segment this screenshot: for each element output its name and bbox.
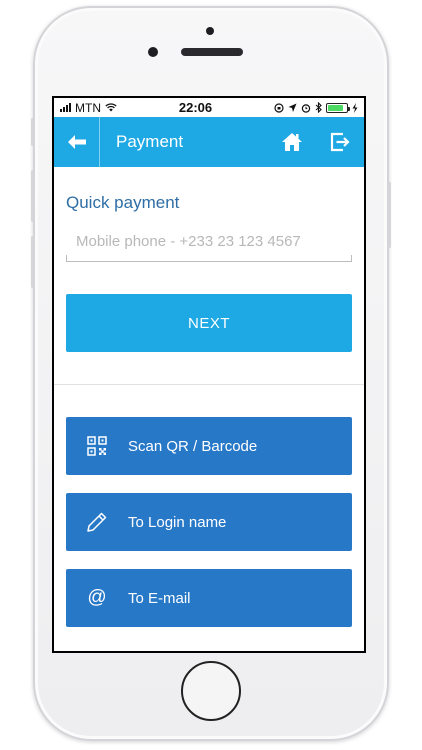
qr-code-icon [87, 436, 107, 456]
phone-input-container [66, 223, 352, 262]
divider [54, 384, 364, 385]
to-email-button[interactable]: @ To E-mail [66, 569, 352, 627]
page-title: Payment [116, 132, 184, 151]
status-left: MTN [60, 101, 117, 115]
to-login-name-button[interactable]: To Login name [66, 493, 352, 551]
home-button[interactable] [181, 661, 241, 721]
status-bar: MTN 22:06 [54, 98, 364, 117]
home-icon [282, 133, 302, 151]
phone-screen: MTN 22:06 Payment Quick payment Mobile p… [52, 96, 366, 653]
section-title: Quick payment [66, 193, 180, 212]
to-email-label: To E-mail [128, 589, 191, 607]
bluetooth-icon [315, 102, 322, 113]
next-button[interactable]: NEXT [66, 294, 352, 352]
status-right [274, 102, 358, 113]
volume-down-button [31, 236, 34, 288]
scan-qr-label: Scan QR / Barcode [128, 437, 258, 455]
signal-icon [60, 103, 71, 112]
arrow-left-icon [67, 135, 86, 149]
app-screen: MTN 22:06 Payment Quick payment Mobile p… [54, 98, 364, 651]
payment-methods: Scan QR / Barcode To Login name @ To E-m… [66, 417, 352, 627]
back-button[interactable] [54, 117, 100, 167]
device-mockup: MTN 22:06 Payment Quick payment Mobile p… [0, 0, 422, 750]
logout-button[interactable] [316, 117, 364, 167]
alarm-icon [301, 103, 311, 113]
power-button [388, 182, 391, 248]
volume-up-button [31, 170, 34, 222]
wifi-icon [105, 103, 117, 112]
charging-icon [352, 102, 358, 113]
payment-content: Quick payment NEXT [54, 193, 364, 627]
pencil-icon [87, 512, 107, 532]
app-bar: Payment [54, 117, 364, 167]
front-camera [206, 27, 214, 35]
scan-qr-button[interactable]: Scan QR / Barcode [66, 417, 352, 475]
mute-switch [31, 118, 34, 146]
battery-icon [326, 102, 350, 113]
logout-icon [330, 132, 350, 152]
at-sign-icon: @ [87, 587, 107, 608]
earpiece-speaker [181, 48, 243, 56]
proximity-sensor [148, 47, 158, 57]
carrier-name: MTN [75, 100, 101, 115]
battery-level [328, 104, 344, 111]
status-time: 22:06 [178, 100, 213, 115]
home-nav-button[interactable] [268, 117, 316, 167]
to-login-name-label: To Login name [128, 513, 227, 531]
mobile-phone-input[interactable] [66, 223, 352, 259]
location-icon [288, 103, 297, 112]
lock-rotation-icon [274, 102, 284, 113]
